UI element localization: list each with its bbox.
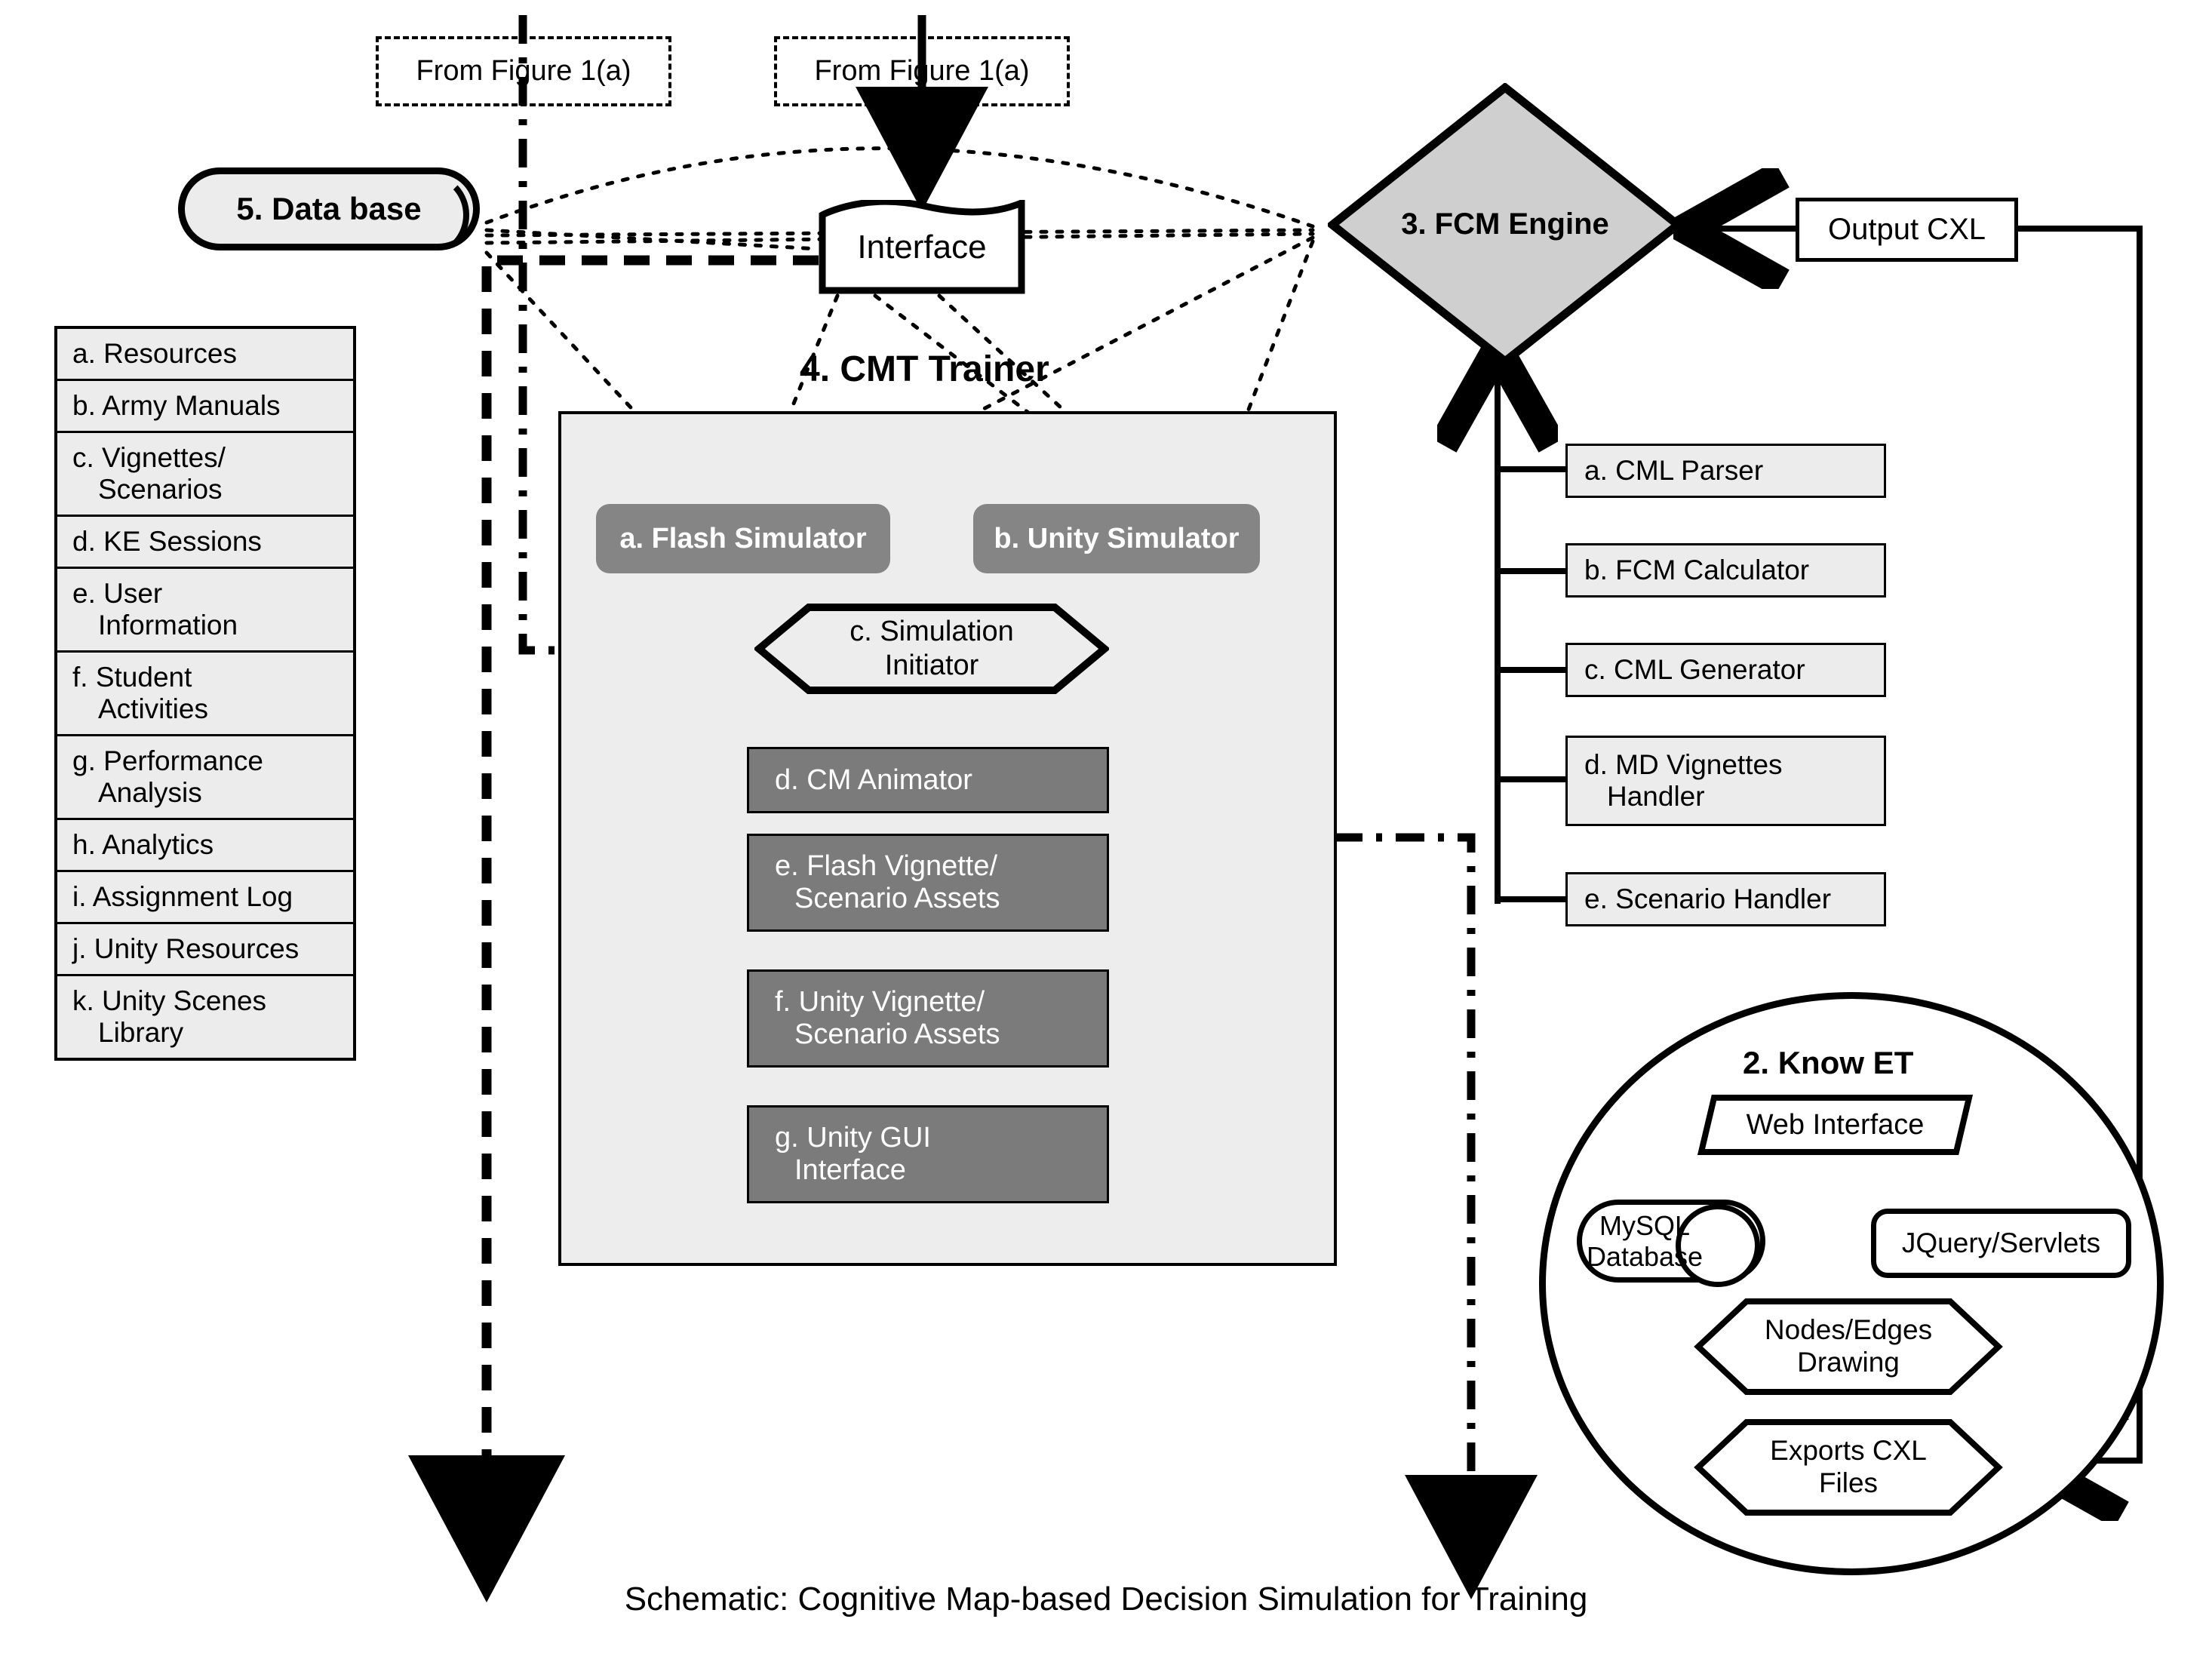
interface-node[interactable]: Interface bbox=[819, 198, 1025, 294]
jquery-servlets-label: JQuery/Servlets bbox=[1901, 1227, 2101, 1258]
dashdot-flow-right bbox=[1334, 833, 1476, 1532]
flash-simulator-label: a. Flash Simulator bbox=[619, 522, 867, 555]
output-cxl-label: Output CXL bbox=[1827, 213, 1986, 246]
cmt-module-label: d. CM Animator bbox=[775, 763, 972, 796]
cmt-module-box[interactable]: g. Unity GUI Interface bbox=[747, 1105, 1109, 1203]
web-interface-node[interactable]: Web Interface bbox=[1697, 1094, 1974, 1156]
fcm-component-box[interactable]: c. CML Generator bbox=[1565, 643, 1886, 697]
web-interface-label: Web Interface bbox=[1746, 1108, 1925, 1141]
fcm-component-box[interactable]: a. CML Parser bbox=[1565, 444, 1886, 498]
cmt-module-line2: Scenario Assets bbox=[794, 883, 1000, 914]
list-item-line1: i. Assignment Log bbox=[72, 881, 293, 912]
list-item-line1: g. Performance bbox=[72, 745, 263, 776]
fcm-component-label: b. FCM Calculator bbox=[1584, 555, 1810, 585]
fcm-component-label: c. CML Generator bbox=[1584, 654, 1805, 685]
fcm-component-line2: Handler bbox=[1607, 781, 1705, 812]
list-item[interactable]: k. Unity Scenes Library bbox=[57, 976, 353, 1058]
list-item-line1: e. User bbox=[72, 578, 163, 609]
fcm-component-label: d. MD Vignettes Handler bbox=[1568, 749, 1783, 813]
list-item[interactable]: f. Student Activities bbox=[57, 653, 353, 736]
list-item-line2: Library bbox=[98, 1017, 184, 1048]
fcm-engine-label: 3. FCM Engine bbox=[1401, 207, 1609, 241]
database-node[interactable]: 5. Data base bbox=[178, 167, 480, 257]
know-et-title: 2. Know ET bbox=[1743, 1045, 1914, 1080]
list-item[interactable]: g. Performance Analysis bbox=[57, 736, 353, 820]
list-item-line1: b. Army Manuals bbox=[72, 390, 281, 421]
cmt-module-line2: Scenario Assets bbox=[794, 1018, 1000, 1050]
list-item[interactable]: h. Analytics bbox=[57, 820, 353, 872]
database-label: 5. Data base bbox=[236, 191, 422, 226]
cmt-module-line1: g. Unity GUI bbox=[775, 1122, 931, 1154]
fcm-component-label: e. Scenario Handler bbox=[1584, 883, 1832, 914]
list-item-line1: j. Unity Resources bbox=[72, 933, 300, 964]
fcm-component-box[interactable]: d. MD Vignettes Handler bbox=[1565, 736, 1886, 826]
nodes-edges-line1: Nodes/Edges bbox=[1764, 1314, 1933, 1346]
cmt-module-line1: f. Unity Vignette/ bbox=[775, 986, 985, 1018]
unity-simulator-label: b. Unity Simulator bbox=[994, 522, 1240, 555]
flash-simulator-node[interactable]: a. Flash Simulator bbox=[596, 504, 890, 573]
cmt-trainer-title: 4. CMT Trainer bbox=[800, 349, 1049, 389]
simulation-initiator-node[interactable]: c. Simulation Initiator bbox=[753, 604, 1111, 694]
list-item-line1: d. KE Sessions bbox=[72, 526, 262, 557]
cmt-module-label: e. Flash Vignette/ Scenario Assets bbox=[749, 850, 1000, 915]
list-item-line1: f. Student bbox=[72, 662, 192, 693]
list-item-line1: k. Unity Scenes bbox=[72, 985, 267, 1016]
from-figure-tag-2: From Figure 1(a) bbox=[774, 36, 1070, 106]
list-item[interactable]: d. KE Sessions bbox=[57, 517, 353, 569]
list-item-line1: c. Vignettes/ bbox=[72, 442, 226, 473]
nodes-edges-text: Nodes/Edges Drawing bbox=[1694, 1298, 2003, 1396]
nodes-edges-line2: Drawing bbox=[1797, 1347, 1900, 1378]
cmt-module-line2: Interface bbox=[794, 1154, 906, 1186]
simulation-initiator-line2: Initiator bbox=[884, 650, 979, 681]
mysql-label: MySQL Database bbox=[1577, 1200, 1713, 1283]
database-item-list: a. Resources b. Army Manuals c. Vignette… bbox=[54, 326, 356, 1061]
output-cxl-node[interactable]: Output CXL bbox=[1796, 198, 2018, 262]
list-item[interactable]: i. Assignment Log bbox=[57, 872, 353, 924]
exports-cxl-text: Exports CXL Files bbox=[1694, 1418, 2003, 1516]
diagram-canvas: From Figure 1(a) From Figure 1(a) 5. Dat… bbox=[0, 0, 2212, 1659]
list-item[interactable]: b. Army Manuals bbox=[57, 381, 353, 433]
list-item[interactable]: c. Vignettes/ Scenarios bbox=[57, 433, 353, 517]
list-item-line2: Activities bbox=[98, 693, 208, 724]
cmt-module-box[interactable]: e. Flash Vignette/ Scenario Assets bbox=[747, 834, 1109, 932]
fcm-component-box[interactable]: b. FCM Calculator bbox=[1565, 543, 1886, 598]
mysql-line1: MySQL bbox=[1599, 1209, 1691, 1241]
list-item[interactable]: a. Resources bbox=[57, 329, 353, 381]
cmt-module-box[interactable]: d. CM Animator bbox=[747, 747, 1109, 813]
exports-cxl-files-node[interactable]: Exports CXL Files bbox=[1694, 1418, 2003, 1516]
from-figure-tag-2-label: From Figure 1(a) bbox=[814, 55, 1030, 87]
fcm-component-line1: d. MD Vignettes bbox=[1584, 749, 1783, 780]
cmt-module-line1: e. Flash Vignette/ bbox=[775, 850, 998, 882]
mysql-database-node[interactable]: MySQL Database bbox=[1577, 1200, 1765, 1287]
fcm-engine-node[interactable]: 3. FCM Engine bbox=[1326, 81, 1685, 367]
from-figure-tag-1-label: From Figure 1(a) bbox=[416, 55, 631, 87]
simulation-initiator-text: c. Simulation Initiator bbox=[754, 604, 1109, 694]
fcm-component-trunk bbox=[1495, 400, 1565, 904]
interface-label: Interface bbox=[857, 228, 987, 266]
jquery-servlets-node[interactable]: JQuery/Servlets bbox=[1871, 1209, 2131, 1278]
cmt-module-label: f. Unity Vignette/ Scenario Assets bbox=[749, 986, 1000, 1051]
list-item-line2: Analysis bbox=[98, 777, 202, 808]
cmt-module-box[interactable]: f. Unity Vignette/ Scenario Assets bbox=[747, 969, 1109, 1068]
from-figure-tag-1: From Figure 1(a) bbox=[376, 36, 671, 106]
unity-simulator-node[interactable]: b. Unity Simulator bbox=[973, 504, 1260, 573]
list-item[interactable]: e. User Information bbox=[57, 569, 353, 653]
figure-caption: Schematic: Cognitive Map-based Decision … bbox=[624, 1581, 1588, 1618]
simulation-initiator-line1: c. Simulation bbox=[849, 616, 1014, 648]
list-item[interactable]: j. Unity Resources bbox=[57, 924, 353, 976]
list-item-line1: h. Analytics bbox=[72, 829, 214, 860]
list-item-line1: a. Resources bbox=[72, 338, 237, 369]
list-item-line2: Scenarios bbox=[98, 474, 223, 505]
cmt-module-label: g. Unity GUI Interface bbox=[749, 1122, 931, 1187]
mysql-line2: Database bbox=[1586, 1241, 1704, 1272]
list-item-line2: Information bbox=[98, 610, 238, 641]
exports-cxl-line1: Exports CXL bbox=[1770, 1435, 1927, 1467]
nodes-edges-drawing-node[interactable]: Nodes/Edges Drawing bbox=[1694, 1298, 2003, 1396]
exports-cxl-line2: Files bbox=[1818, 1467, 1879, 1498]
fcm-component-box[interactable]: e. Scenario Handler bbox=[1565, 872, 1886, 926]
fcm-component-label: a. CML Parser bbox=[1584, 455, 1764, 486]
